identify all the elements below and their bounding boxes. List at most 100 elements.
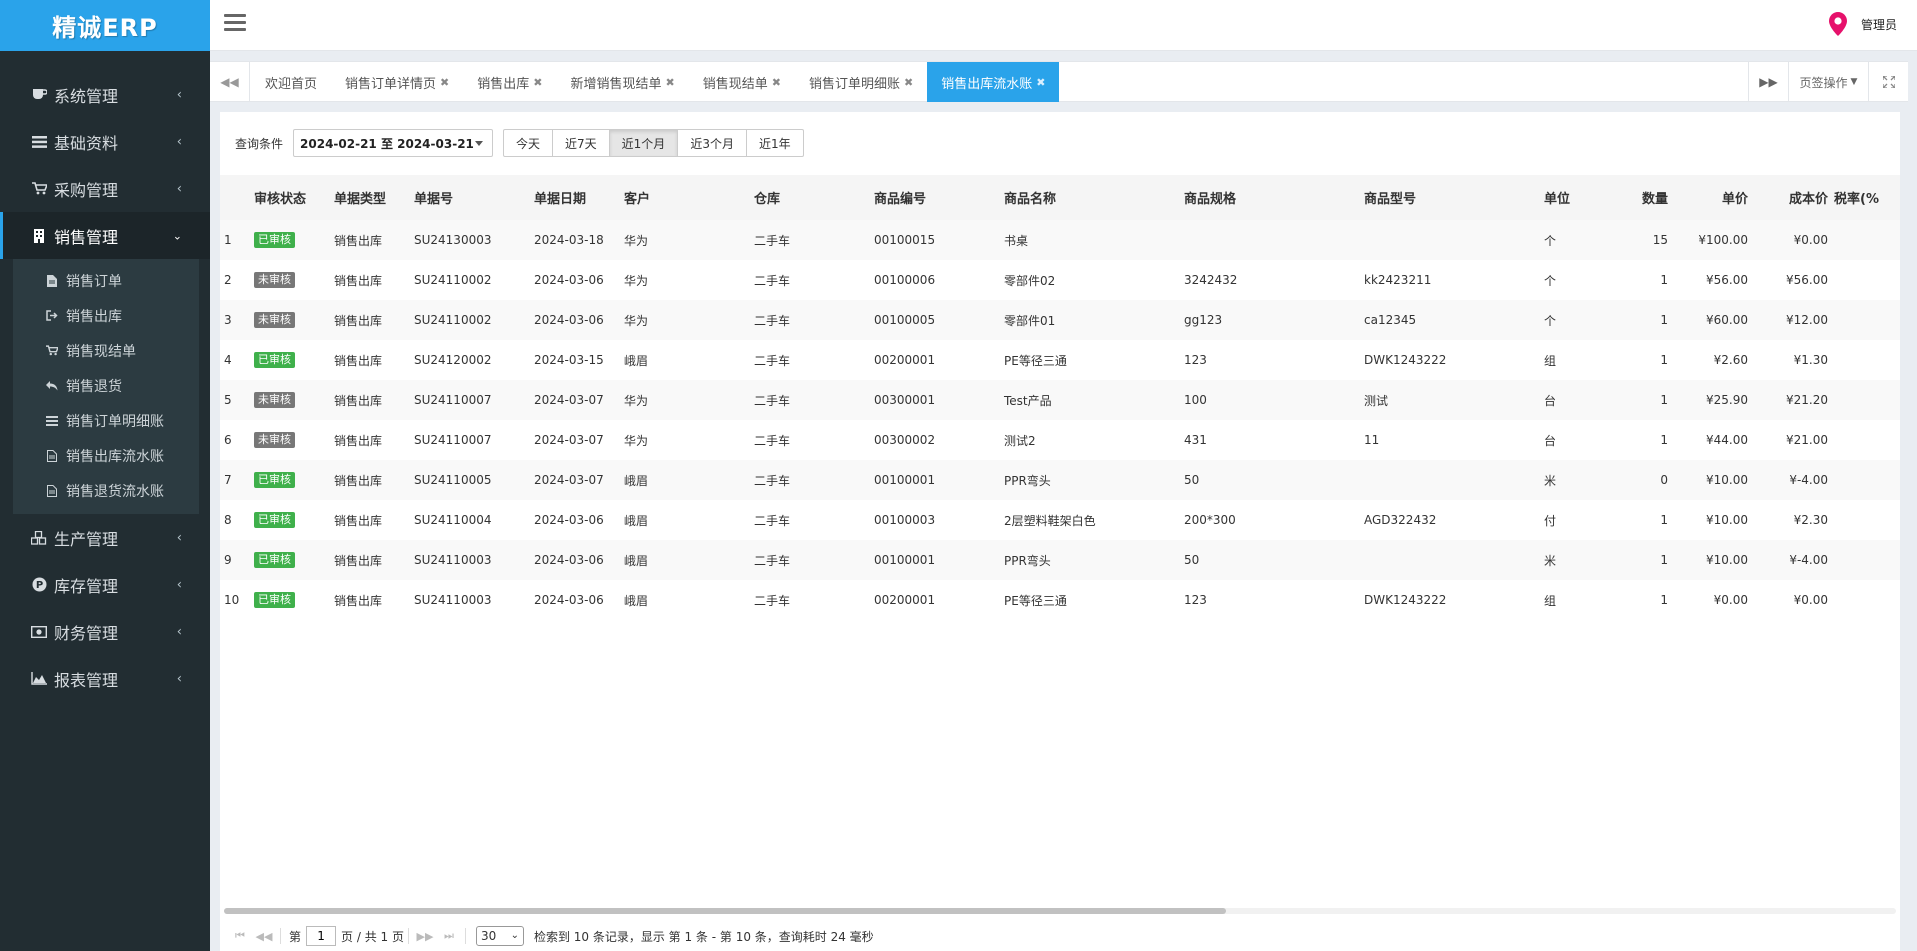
column-header[interactable]: 单据号 (410, 175, 530, 220)
close-icon[interactable]: ✖ (1036, 76, 1045, 89)
table-cell: 峨眉 (620, 340, 750, 380)
table-cell: 2024-03-06 (530, 580, 620, 620)
close-icon[interactable]: ✖ (440, 76, 449, 89)
table-row[interactable]: 5 未审核 销售出库 SU24110007 2024-03-07 华为 二手车 0030000… (220, 380, 1900, 420)
table-cell: 峨眉 (620, 500, 750, 540)
column-header[interactable]: 数量 (1620, 175, 1670, 220)
table-row[interactable]: 7 已审核 销售出库 SU24110005 2024-03-07 峨眉 二手车 0010000… (220, 460, 1900, 500)
pagination-bar: ⏮ ◀◀ 第 页 / 共 1 页 ▶▶ ⏭ 30 ⌄ 检索到 10 条记录，显示… (228, 924, 874, 948)
column-header[interactable]: 仓库 (750, 175, 870, 220)
tab-sales-cash[interactable]: 销售现结单 ✖ (689, 62, 795, 102)
sidebar-item-label: 系统管理 (54, 86, 119, 106)
close-icon[interactable]: ✖ (904, 76, 913, 89)
last-page-icon[interactable]: ⏭ (437, 925, 461, 947)
table-cell: 销售出库 (330, 260, 410, 300)
table-cell: 9 (220, 540, 250, 580)
list-icon (30, 134, 48, 150)
column-header[interactable] (220, 175, 250, 220)
tabs-scroll-right-icon[interactable]: ▶▶ (1748, 62, 1788, 102)
column-header[interactable]: 商品编号 (870, 175, 1000, 220)
table-cell: 00300001 (870, 380, 1000, 420)
range-3months-button[interactable]: 近3个月 (678, 129, 747, 157)
sidebar-item-production[interactable]: 生产管理 ‹ (0, 514, 210, 561)
user-menu[interactable]: 管理员 (1828, 12, 1897, 36)
submenu-item-sales-order[interactable]: 销售订单 (13, 263, 199, 298)
submenu-item-sales-order-detail[interactable]: 销售订单明细账 (13, 403, 199, 438)
ledger-table-container[interactable]: 审核状态 单据类型 单据号 单据日期 客户 仓库 商品编号 商品名称 商品规格 商品型号 单位 数量单… (220, 175, 1900, 725)
submenu-item-sales-outbound[interactable]: 销售出库 (13, 298, 199, 333)
table-cell: 零部件02 (1000, 260, 1180, 300)
tab-sales-outbound[interactable]: 销售出库 ✖ (463, 62, 556, 102)
table-cell: 5 (220, 380, 250, 420)
horizontal-scrollbar[interactable] (224, 908, 1896, 914)
table-row[interactable]: 8 已审核 销售出库 SU24110004 2024-03-06 峨眉 二手车 0010000… (220, 500, 1900, 540)
tab-new-sales-cash[interactable]: 新增销售现结单 ✖ (556, 62, 688, 102)
sidebar-item-purchase[interactable]: 采购管理 ‹ (0, 165, 210, 212)
column-header[interactable]: 商品名称 (1000, 175, 1180, 220)
table-cell: ¥25.90 (1670, 380, 1750, 420)
range-7days-button[interactable]: 近7天 (553, 129, 610, 157)
scrollbar-thumb[interactable] (224, 908, 1226, 914)
tab-sales-outbound-ledger[interactable]: 销售出库流水账 ✖ (927, 62, 1060, 102)
submenu-item-label: 销售出库 (66, 308, 122, 325)
pager-divider (407, 928, 409, 944)
close-icon[interactable]: ✖ (772, 76, 781, 89)
table-row[interactable]: 1 已审核 销售出库 SU24130003 2024-03-18 华为 二手车 0010001… (220, 220, 1900, 260)
table-row[interactable]: 9 已审核 销售出库 SU24110003 2024-03-06 峨眉 二手车 0010000… (220, 540, 1900, 580)
table-cell: 米 (1540, 540, 1620, 580)
close-icon[interactable]: ✖ (533, 76, 542, 89)
column-header[interactable]: 商品规格 (1180, 175, 1360, 220)
submenu-item-sales-return[interactable]: 销售退货 (13, 368, 199, 403)
tab-welcome[interactable]: 欢迎首页 (251, 62, 331, 102)
submenu-item-sales-cash[interactable]: 销售现结单 (13, 333, 199, 368)
column-header[interactable]: 审核状态 (250, 175, 330, 220)
submenu-item-sales-return-ledger[interactable]: 销售退货流水账 (13, 473, 199, 508)
sidebar-item-sales[interactable]: 销售管理 ⌄ (0, 212, 210, 259)
fullscreen-icon[interactable] (1868, 62, 1908, 102)
table-row[interactable]: 2 未审核 销售出库 SU24110002 2024-03-06 华为 二手车 0010000… (220, 260, 1900, 300)
column-header[interactable]: 单价 (1670, 175, 1750, 220)
brand-logo[interactable]: 精诚ERP (0, 0, 210, 51)
close-icon[interactable]: ✖ (666, 76, 675, 89)
table-row[interactable]: 4 已审核 销售出库 SU24120002 2024-03-15 峨眉 二手车 0020000… (220, 340, 1900, 380)
column-header[interactable]: 单据类型 (330, 175, 410, 220)
column-header[interactable]: 单位 (1540, 175, 1620, 220)
sidebar-item-basic[interactable]: 基础资料 ‹ (0, 118, 210, 165)
tab-sales-order-ledger[interactable]: 销售订单明细账 ✖ (795, 62, 927, 102)
range-1month-button[interactable]: 近1个月 (609, 129, 679, 157)
page-size-value: 30 (480, 929, 497, 943)
date-range-picker[interactable]: 2024-02-21 至 2024-03-21 (293, 129, 494, 157)
status-badge: 已审核 (254, 552, 295, 568)
table-row[interactable]: 3 未审核 销售出库 SU24110002 2024-03-06 华为 二手车 0010000… (220, 300, 1900, 340)
column-header[interactable]: 成本价 (1750, 175, 1830, 220)
sidebar-item-system[interactable]: 系统管理 ‹ (0, 71, 210, 118)
column-header[interactable]: 单据日期 (530, 175, 620, 220)
column-header[interactable]: 客户 (620, 175, 750, 220)
range-today-button[interactable]: 今天 (503, 129, 554, 157)
tab-sales-order-detail[interactable]: 销售订单详情页 ✖ (331, 62, 463, 102)
table-cell: 已审核 (250, 540, 330, 580)
column-header[interactable]: 税率(% (1830, 175, 1900, 220)
sidebar-item-label: 销售管理 (54, 227, 119, 247)
submenu-item-sales-outbound-ledger[interactable]: 销售出库流水账 (13, 438, 199, 473)
menu-toggle-icon[interactable] (224, 14, 246, 36)
table-cell: 10 (220, 580, 250, 620)
page-ops-dropdown[interactable]: 页签操作 ▼ (1788, 62, 1868, 102)
prev-page-icon[interactable]: ◀◀ (252, 925, 276, 947)
table-cell: 销售出库 (330, 540, 410, 580)
table-row[interactable]: 6 未审核 销售出库 SU24110007 2024-03-07 华为 二手车 0030000… (220, 420, 1900, 460)
range-1year-button[interactable]: 近1年 (746, 129, 804, 157)
p-circle-icon: P (30, 577, 48, 593)
table-row[interactable]: 10 已审核 销售出库 SU24110003 2024-03-06 峨眉 二手车 002000… (220, 580, 1900, 620)
sidebar-item-reports[interactable]: 报表管理 ‹ (0, 655, 210, 702)
tabs-scroll-left-icon[interactable]: ◀◀ (210, 62, 250, 102)
page-size-select[interactable]: 30 ⌄ (475, 926, 524, 946)
sidebar-item-inventory[interactable]: P 库存管理 ‹ (0, 561, 210, 608)
sidebar-item-finance[interactable]: 财务管理 ‹ (0, 608, 210, 655)
page-number-input[interactable] (306, 926, 337, 946)
column-header[interactable]: 商品型号 (1360, 175, 1540, 220)
tab-label: 销售出库流水账 (941, 76, 1033, 92)
table-cell: ¥2.60 (1670, 340, 1750, 380)
first-page-icon[interactable]: ⏮ (228, 925, 252, 947)
next-page-icon[interactable]: ▶▶ (413, 925, 437, 947)
